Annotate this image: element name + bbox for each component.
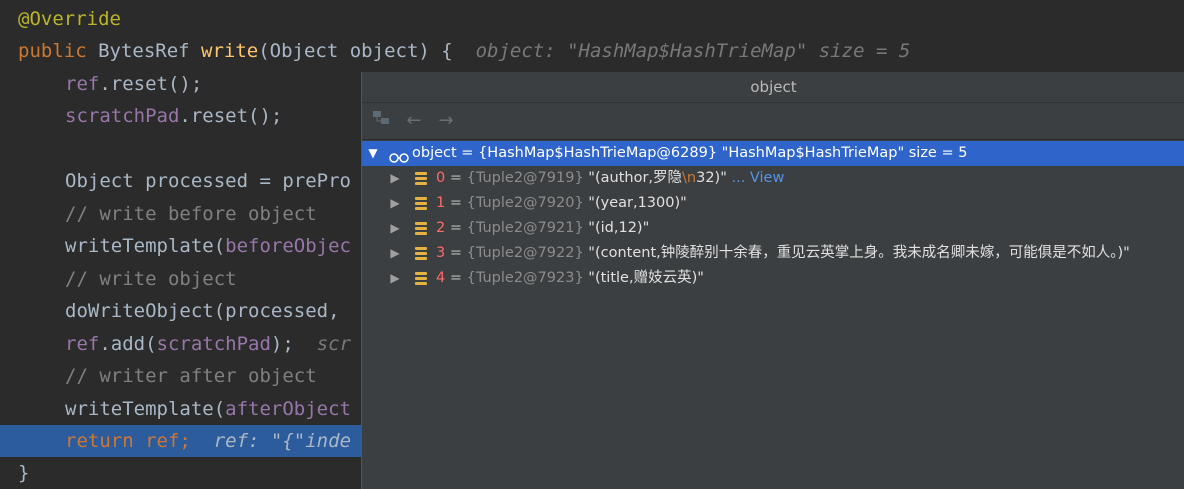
equals-sign: =	[456, 145, 479, 161]
item-value: "(author,罗隐	[583, 170, 683, 186]
item-type: {Tuple2@7923}	[466, 270, 584, 286]
tree-item-row[interactable]: ▶ 4 = {Tuple2@7923} "(title,赠妓云英)"	[362, 266, 1184, 291]
code-text: );	[270, 333, 317, 355]
view-link[interactable]: ... View	[727, 170, 784, 186]
watch-glasses-icon	[389, 148, 409, 163]
equals-sign: =	[445, 270, 467, 286]
code-text: writeTemplate(	[65, 398, 226, 420]
field-ref: ref	[65, 73, 100, 95]
escape-sequence: \n	[682, 170, 697, 186]
item-type: {Tuple2@7920}	[466, 195, 584, 211]
code-text: ;	[179, 430, 214, 452]
collapsed-arrow-icon[interactable]: ▶	[389, 266, 401, 291]
return-type: BytesRef	[98, 40, 202, 62]
field-ref: ref	[65, 333, 100, 355]
field-stack-icon	[415, 222, 427, 235]
item-value: "(id,12)"	[583, 220, 650, 236]
item-index: 1	[436, 195, 446, 211]
code-line-1[interactable]: @Override	[0, 3, 1184, 35]
code-text: writeTemplate(	[65, 235, 226, 257]
method-signature: (Object object) {	[258, 40, 476, 62]
field-scratchpad: scratchPad	[65, 105, 180, 127]
item-index: 3	[436, 245, 446, 261]
field-scratchpad: scratchPad	[156, 333, 271, 355]
code-text: Object processed = prePro	[65, 170, 351, 192]
field-stack-icon	[415, 172, 427, 185]
inline-debug-hint: scr	[316, 333, 352, 355]
keyword-public: public	[18, 40, 99, 62]
item-value: "(title,赠妓云英)"	[583, 270, 704, 286]
item-index: 0	[436, 170, 446, 186]
item-label: 0 = {Tuple2@7919} "(author,罗隐\n32)" ... …	[436, 166, 784, 191]
collapsed-arrow-icon[interactable]: ▶	[389, 191, 401, 216]
item-label: 1 = {Tuple2@7920} "(year,1300)"	[436, 191, 687, 216]
item-index: 4	[436, 270, 446, 286]
code-text: .reset();	[179, 105, 283, 127]
debug-evaluate-popup[interactable]: object ← → ▼ object = {HashMap$HashTrieM…	[361, 72, 1184, 489]
method-name: write	[201, 40, 259, 62]
item-type: {Tuple2@7919}	[466, 170, 584, 186]
equals-sign: =	[445, 170, 467, 186]
code-line-2[interactable]: public BytesRef write(Object object) { o…	[0, 35, 1184, 67]
item-type: {Tuple2@7921}	[466, 220, 584, 236]
item-label: 4 = {Tuple2@7923} "(title,赠妓云英)"	[436, 266, 704, 291]
field-before-object: beforeObjec	[225, 235, 351, 257]
item-value-rest: 32)"	[696, 170, 727, 186]
item-label: 3 = {Tuple2@7922} "(content,钟陵醉别十余春，重见云英…	[436, 241, 1130, 266]
collapsed-arrow-icon[interactable]: ▶	[389, 216, 401, 241]
closing-brace: }	[18, 462, 30, 484]
equals-sign: =	[445, 245, 467, 261]
expanded-arrow-icon[interactable]: ▼	[367, 141, 379, 166]
field-stack-icon	[415, 272, 427, 285]
tree-item-row[interactable]: ▶ 1 = {Tuple2@7920} "(year,1300)"	[362, 191, 1184, 216]
keyword-return: return	[65, 430, 146, 452]
code-comment: // writer after object	[65, 365, 317, 387]
tree-structure-icon[interactable]	[370, 109, 394, 133]
variables-tree[interactable]: ▼ object = {HashMap$HashTrieMap@6289} "H…	[362, 140, 1184, 489]
popup-title[interactable]: object	[362, 72, 1184, 103]
collapsed-arrow-icon[interactable]: ▶	[389, 241, 401, 266]
code-text: doWriteObject(processed,	[65, 300, 351, 322]
forward-arrow-icon[interactable]: →	[434, 109, 458, 133]
root-type: {HashMap$HashTrieMap@6289}	[478, 145, 718, 161]
tree-item-row[interactable]: ▶ 2 = {Tuple2@7921} "(id,12)"	[362, 216, 1184, 241]
tree-item-row[interactable]: ▶ 3 = {Tuple2@7922} "(content,钟陵醉别十余春，重见…	[362, 241, 1184, 266]
field-ref: ref	[145, 430, 180, 452]
popup-toolbar: ← →	[362, 103, 1184, 140]
root-name: object	[412, 145, 457, 161]
equals-sign: =	[445, 220, 467, 236]
code-comment: // write before object	[65, 203, 317, 225]
code-comment: // write object	[65, 268, 237, 290]
field-stack-icon	[415, 247, 427, 260]
collapsed-arrow-icon[interactable]: ▶	[389, 166, 401, 191]
equals-sign: =	[445, 195, 467, 211]
item-value: "(year,1300)"	[583, 195, 687, 211]
code-text: .reset();	[99, 73, 203, 95]
override-annotation: @Override	[18, 8, 121, 30]
tree-item-row[interactable]: ▶ 0 = {Tuple2@7919} "(author,罗隐\n32)" ..…	[362, 166, 1184, 191]
inline-debug-hint: ref: "{"inde	[213, 430, 352, 452]
tree-root-row[interactable]: ▼ object = {HashMap$HashTrieMap@6289} "H…	[362, 141, 1184, 166]
field-stack-icon	[415, 197, 427, 210]
back-arrow-icon[interactable]: ←	[402, 109, 426, 133]
inline-debug-hint: object: "HashMap$HashTrieMap" size = 5	[475, 40, 911, 62]
item-value: "(content,钟陵醉别十余春，重见云英掌上身。我未成名卿未嫁，可能俱是不如…	[583, 245, 1130, 261]
root-label: object = {HashMap$HashTrieMap@6289} "Has…	[412, 141, 967, 166]
field-after-object: afterObject	[225, 398, 351, 420]
item-label: 2 = {Tuple2@7921} "(id,12)"	[436, 216, 649, 241]
item-index: 2	[436, 220, 446, 236]
root-value: "HashMap$HashTrieMap" size = 5	[717, 145, 968, 161]
code-text: .add(	[99, 333, 157, 355]
item-type: {Tuple2@7922}	[466, 245, 584, 261]
